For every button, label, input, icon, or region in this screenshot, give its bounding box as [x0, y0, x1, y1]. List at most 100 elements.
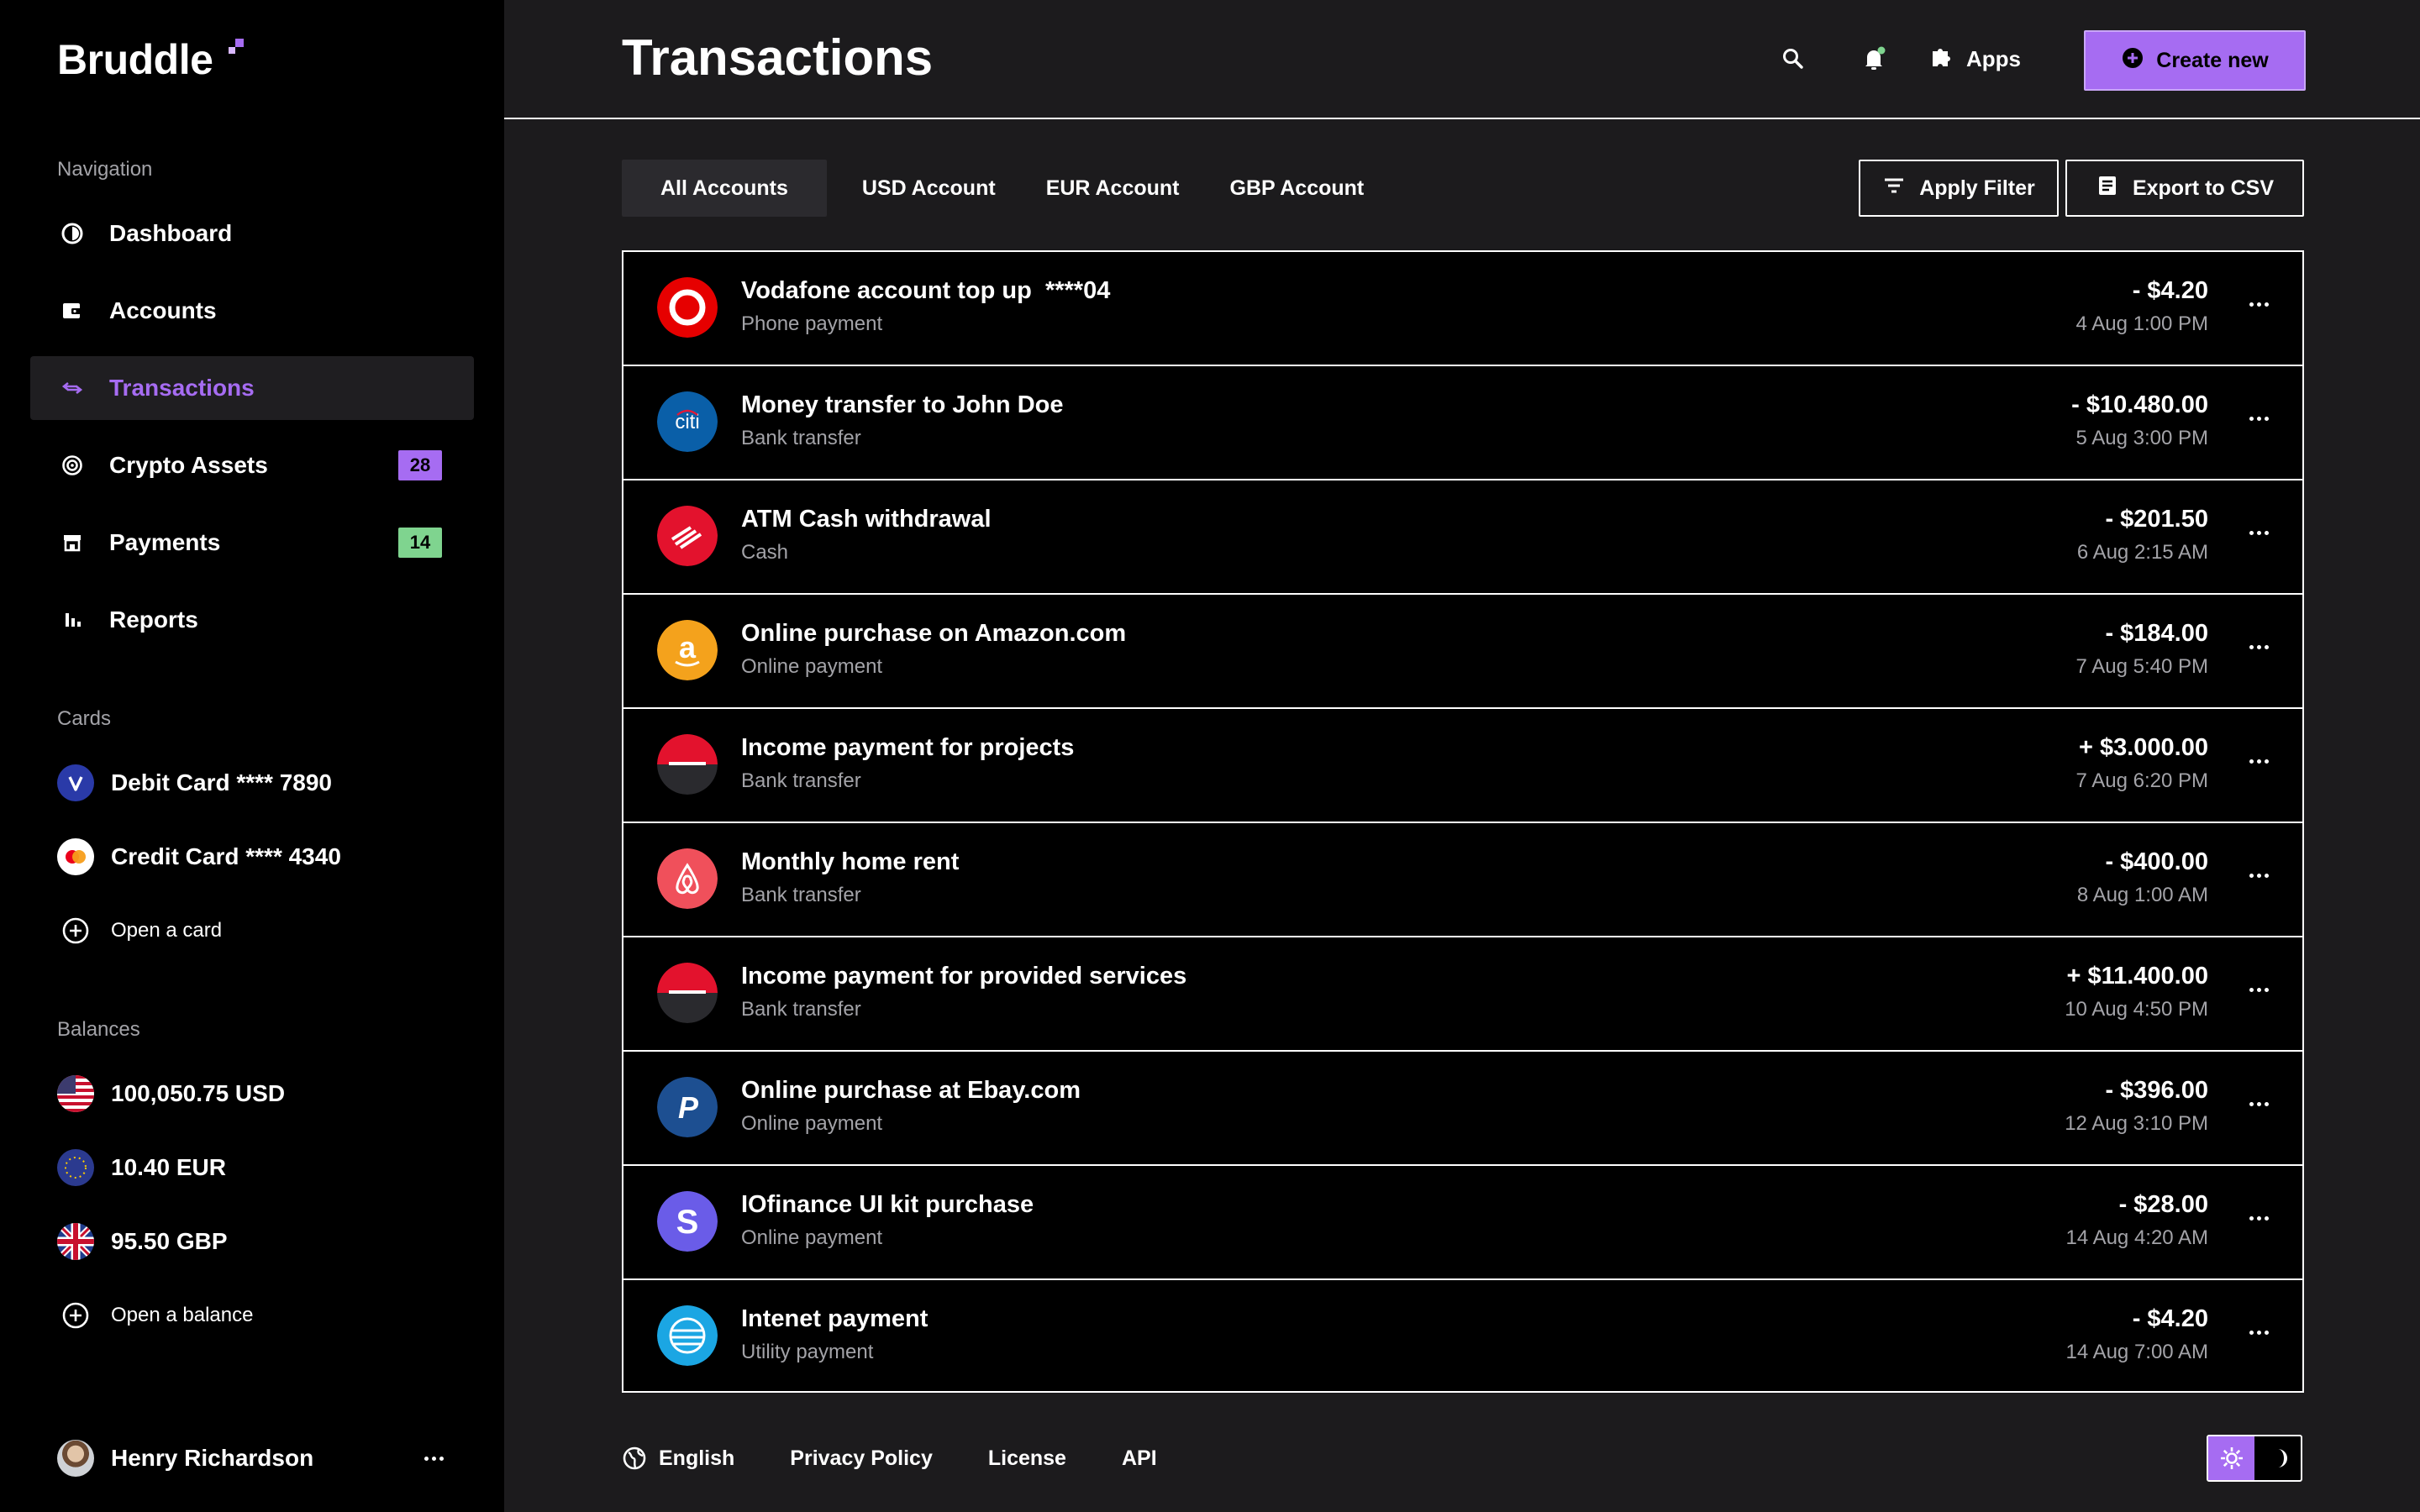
transaction-row[interactable]: P Online purchase at Ebay.com Online payme… [623, 1052, 2302, 1166]
filter-icon [1882, 174, 1906, 203]
transaction-row[interactable]: Income payment for provided services Bank… [623, 937, 2302, 1052]
tab-usd-account[interactable]: USD Account [837, 160, 1021, 217]
export-csv-label: Export to CSV [2132, 176, 2275, 200]
uk-flag-icon [57, 1223, 94, 1260]
api-link[interactable]: API [1122, 1446, 1157, 1471]
transaction-row[interactable]: Income payment for projects Bank transfer… [623, 709, 2302, 823]
transaction-row[interactable]: a Online purchase on Amazon.com Online pay… [623, 595, 2302, 709]
apps-label: Apps [1966, 45, 2021, 71]
moon-icon[interactable] [2254, 1436, 2301, 1480]
more-options-icon[interactable] [2249, 1216, 2269, 1221]
more-options-icon[interactable] [2249, 874, 2269, 878]
more-options-icon[interactable] [2249, 531, 2269, 535]
transaction-amount: - $184.00 [2105, 620, 2208, 647]
citi-logo-icon: citi [657, 391, 718, 452]
apply-filter-button[interactable]: Apply Filter [1859, 160, 2059, 217]
visa-icon [57, 764, 94, 801]
transaction-amount: - $4.20 [2132, 277, 2208, 304]
transaction-date: 12 Aug 3:10 PM [2065, 1112, 2208, 1135]
nav-item-crypto-assets[interactable]: Crypto Assets 28 [30, 433, 474, 497]
transaction-title: Money transfer to John Doe [741, 391, 1064, 418]
puzzle-icon [1929, 44, 1954, 75]
transaction-type: Cash [741, 541, 789, 564]
apps-button[interactable]: Apps [1929, 44, 2021, 74]
transaction-date: 4 Aug 1:00 PM [2075, 312, 2208, 335]
license-link[interactable]: License [988, 1446, 1066, 1471]
bank-of-america-logo-icon [657, 506, 718, 566]
sun-icon[interactable] [2208, 1436, 2254, 1480]
transaction-amount: + $11.400.00 [2066, 963, 2208, 990]
nav-item-label: Crypto Assets [109, 452, 268, 478]
card-credit[interactable]: Credit Card **** 4340 [57, 838, 341, 875]
balance-usd[interactable]: 100,050.75 USD [57, 1075, 285, 1112]
balance-gbp[interactable]: 95.50 GBP [57, 1223, 228, 1260]
transaction-row[interactable]: citi Money transfer to John Doe Bank trans… [623, 366, 2302, 480]
nav-item-label: Transactions [109, 375, 255, 401]
document-icon [2096, 174, 2119, 203]
more-options-icon[interactable] [2249, 645, 2269, 649]
more-options-icon[interactable] [2249, 417, 2269, 421]
transaction-row[interactable]: Intenet payment Utility payment - $4.20 14 … [623, 1280, 2302, 1394]
create-new-button[interactable]: Create new [2084, 30, 2306, 91]
svg-text:a: a [679, 630, 697, 664]
transaction-title: Income payment for provided services [741, 963, 1187, 990]
transaction-amount: - $10.480.00 [2071, 391, 2208, 418]
card-debit[interactable]: Debit Card **** 7890 [57, 764, 332, 801]
amazon-logo-icon: a [657, 620, 718, 680]
notification-bell-icon[interactable] [1859, 44, 1889, 74]
crypto-count-badge: 28 [398, 450, 442, 480]
stripe-logo-icon: S [657, 1191, 718, 1252]
top-bar: Transactions Apps Create new [504, 0, 2420, 119]
transaction-row[interactable]: Vodafone account top up ****04 Phone paym… [623, 252, 2302, 366]
avatar [57, 1440, 94, 1477]
more-options-icon[interactable] [2249, 988, 2269, 992]
crypto-icon [59, 452, 86, 479]
nav-item-accounts[interactable]: Accounts [30, 279, 474, 343]
more-options-icon[interactable] [2249, 1102, 2269, 1106]
transaction-date: 7 Aug 5:40 PM [2075, 655, 2208, 678]
transaction-amount: - $400.00 [2105, 848, 2208, 875]
transaction-amount: + $3.000.00 [2078, 734, 2208, 761]
tab-all-accounts[interactable]: All Accounts [622, 160, 827, 217]
us-flag-icon [57, 1075, 94, 1112]
language-selector[interactable]: English [622, 1446, 734, 1471]
nav-item-payments[interactable]: Payments 14 [30, 511, 474, 575]
transaction-date: 8 Aug 1:00 AM [2076, 884, 2208, 906]
card-label: Credit Card **** 4340 [111, 843, 341, 869]
more-options-icon[interactable] [2249, 759, 2269, 764]
user-profile[interactable]: Henry Richardson [57, 1440, 444, 1477]
export-csv-button[interactable]: Export to CSV [2065, 160, 2304, 217]
payments-count-badge: 14 [398, 528, 442, 558]
brand-logo[interactable]: Bruddle [57, 35, 213, 84]
balance-label: 95.50 GBP [111, 1228, 228, 1254]
transaction-amount: - $396.00 [2105, 1077, 2208, 1104]
balance-eur[interactable]: 10.40 EUR [57, 1149, 226, 1186]
eu-flag-icon [57, 1149, 94, 1186]
more-options-icon[interactable] [424, 1456, 444, 1461]
transaction-row[interactable]: ATM Cash withdrawal Cash - $201.50 6 Aug 2:… [623, 480, 2302, 595]
nav-item-transactions[interactable]: Transactions [30, 356, 474, 420]
search-icon[interactable] [1778, 44, 1808, 74]
globe-icon [622, 1446, 647, 1471]
dashboard-icon [59, 220, 86, 247]
more-options-icon[interactable] [2249, 1331, 2269, 1335]
more-options-icon[interactable] [2249, 302, 2269, 307]
create-new-label: Create new [2156, 48, 2269, 72]
transaction-type: Utility payment [741, 1341, 874, 1363]
transaction-row[interactable]: Monthly home rent Bank transfer - $400.00 8… [623, 823, 2302, 937]
transaction-amount: - $4.20 [2132, 1305, 2208, 1332]
privacy-policy-link[interactable]: Privacy Policy [790, 1446, 933, 1471]
open-balance-label: Open a balance [111, 1304, 254, 1326]
transaction-title: Income payment for projects [741, 734, 1075, 761]
open-card-link[interactable]: Open a card [57, 912, 222, 949]
tab-gbp-account[interactable]: GBP Account [1205, 160, 1390, 217]
nav-item-dashboard[interactable]: Dashboard [30, 202, 474, 265]
tab-eur-account[interactable]: EUR Account [1021, 160, 1205, 217]
page-title: Transactions [622, 29, 934, 86]
bank-logo-icon [657, 963, 718, 1023]
transaction-title: ATM Cash withdrawal [741, 506, 992, 533]
open-balance-link[interactable]: Open a balance [57, 1297, 253, 1334]
theme-toggle[interactable] [2207, 1435, 2302, 1482]
nav-item-reports[interactable]: Reports [30, 588, 474, 652]
transaction-row[interactable]: S IOfinance UI kit purchase Online payment… [623, 1166, 2302, 1280]
